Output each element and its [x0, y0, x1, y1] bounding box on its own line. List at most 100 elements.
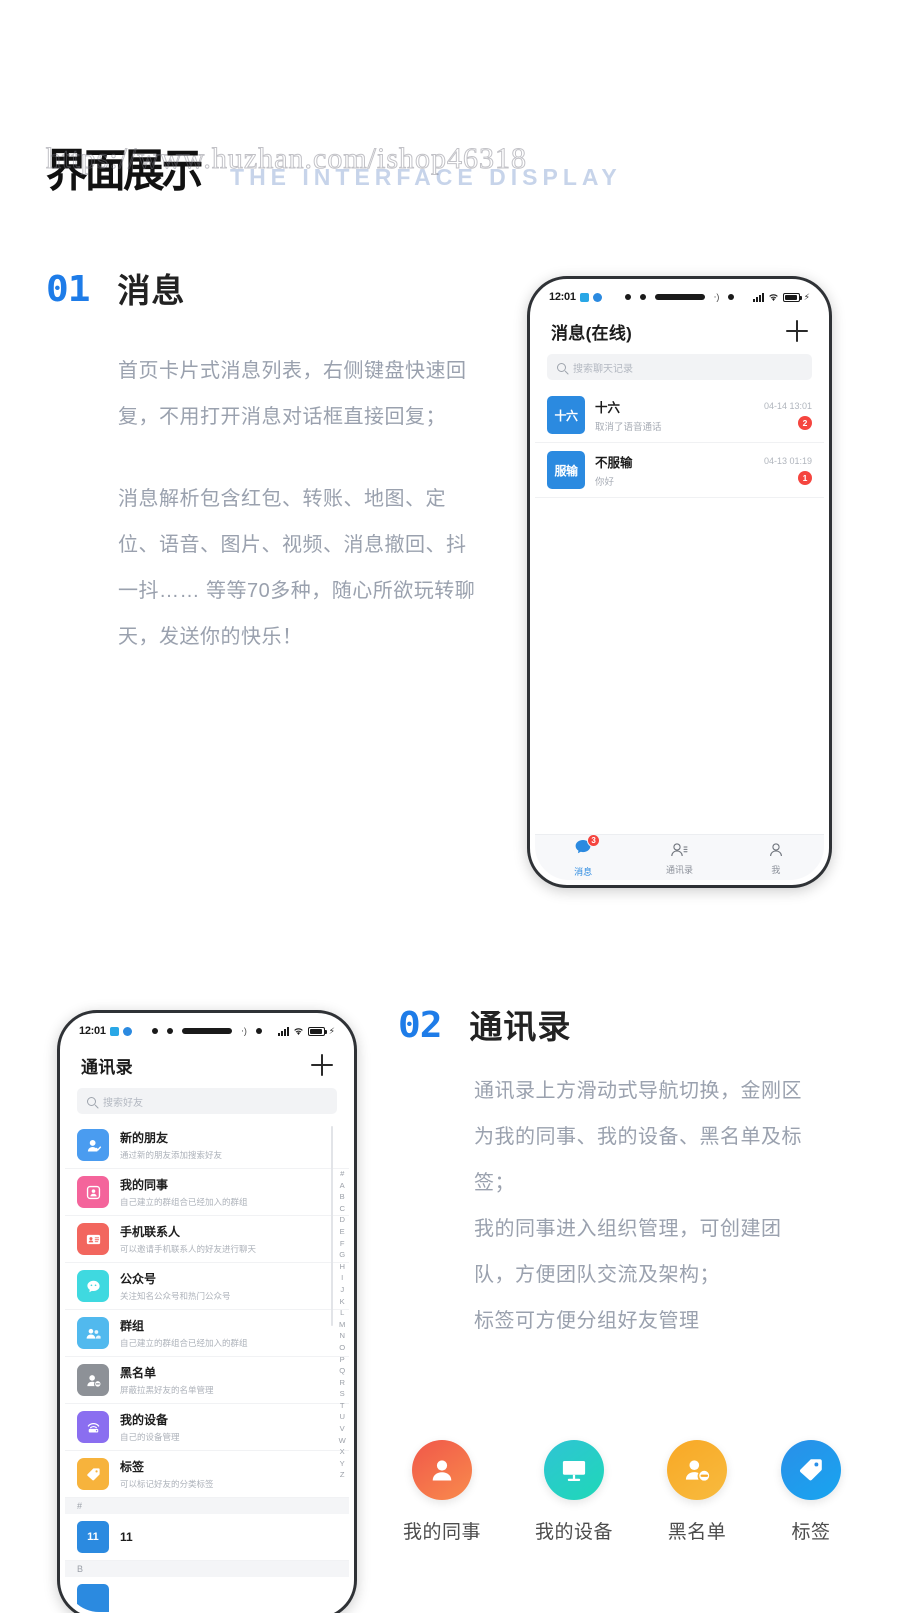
alphabet-index-letter[interactable]: F: [340, 1238, 345, 1250]
mute-switch[interactable]: [57, 1091, 58, 1109]
official-account-icon: [77, 1270, 109, 1302]
alphabet-index-letter[interactable]: W: [339, 1435, 346, 1447]
browser-icon: [122, 1026, 132, 1036]
signal-4g-icon: [752, 292, 764, 302]
volume-up-button[interactable]: [57, 1129, 58, 1165]
section-number: 02: [398, 1005, 442, 1046]
alphabet-index-letter[interactable]: Y: [340, 1458, 345, 1470]
list-item-label: 群组: [120, 1319, 145, 1333]
volume-down-button[interactable]: [57, 1175, 58, 1211]
chat-list: 十六 十六 取消了语音通话 04-14 13:01 2 服输 不服输 你好 04…: [535, 388, 824, 834]
alphabet-index-letter[interactable]: P: [340, 1354, 345, 1366]
plus-icon[interactable]: [786, 320, 808, 342]
tab-label: 消息: [574, 867, 593, 877]
alphabet-index-letter[interactable]: #: [340, 1168, 344, 1180]
search-icon: [557, 362, 566, 372]
alphabet-index-letter[interactable]: N: [339, 1330, 345, 1342]
power-button[interactable]: [831, 429, 832, 483]
list-item-label: 我的同事: [120, 1178, 169, 1192]
alphabet-index-letter[interactable]: S: [340, 1388, 345, 1400]
list-item-sub: 通过新的朋友添加搜索好友: [120, 1150, 223, 1160]
list-item[interactable]: 我的设备 自己的设备管理: [65, 1404, 349, 1451]
mute-switch[interactable]: [527, 359, 528, 377]
status-time: 12:01: [79, 1025, 106, 1037]
alphabet-index-letter[interactable]: Z: [340, 1469, 345, 1481]
list-item[interactable]: 新的朋友 通过新的朋友添加搜索好友: [65, 1122, 349, 1169]
image-icon: [579, 292, 589, 302]
battery-icon: [782, 292, 802, 302]
section-name: 消息: [117, 271, 186, 309]
alphabet-index-letter[interactable]: T: [340, 1400, 345, 1412]
scrollbar[interactable]: [331, 1126, 333, 1326]
search-input[interactable]: 搜索好友: [77, 1088, 337, 1114]
list-item-text: 手机联系人 可以邀请手机联系人的好友进行聊天: [120, 1223, 256, 1255]
volume-down-button[interactable]: [527, 443, 528, 479]
tab-messages[interactable]: 3 消息: [535, 834, 631, 878]
colleague-icon: [77, 1176, 109, 1208]
volume-up-button[interactable]: [527, 397, 528, 433]
tab-label: 我: [771, 864, 781, 875]
search-input[interactable]: 搜索聊天记录: [547, 354, 812, 380]
list-item[interactable]: 群组 自己建立的群组合已经加入的群组: [65, 1310, 349, 1357]
alphabet-index-letter[interactable]: D: [339, 1214, 345, 1226]
list-item[interactable]: 我的同事 自己建立的群组合已经加入的群组: [65, 1169, 349, 1216]
alphabet-index-letter[interactable]: U: [339, 1411, 345, 1423]
speaker-pill-icon: [654, 294, 705, 300]
list-item-label: 黑名单: [120, 1366, 157, 1380]
section-01-body: 首页卡片式消息列表，右侧键盘快速回复，不用打开消息对话框直接回复； 消息解析包含…: [118, 348, 476, 660]
plus-icon[interactable]: [311, 1054, 333, 1076]
mute-icon: ‧): [713, 291, 720, 302]
alphabet-index-letter[interactable]: J: [340, 1284, 344, 1296]
alphabet-index-letter[interactable]: E: [340, 1226, 345, 1238]
alphabet-index-letter[interactable]: B: [340, 1191, 345, 1203]
chat-row[interactable]: 十六 十六 取消了语音通话 04-14 13:01 2: [535, 388, 824, 443]
list-item-label: 手机联系人: [120, 1225, 181, 1239]
avatar: 十六: [547, 396, 585, 434]
alphabet-index-letter[interactable]: H: [339, 1261, 345, 1273]
list-item[interactable]: 手机联系人 可以邀请手机联系人的好友进行聊天: [65, 1216, 349, 1263]
list-item-sub: 自己建立的群组合已经加入的群组: [120, 1338, 248, 1348]
alphabet-index-letter[interactable]: K: [340, 1296, 345, 1308]
list-item[interactable]: 公众号 关注知名公众号和热门公众号: [65, 1263, 349, 1310]
alphabet-index-letter[interactable]: Q: [339, 1365, 345, 1377]
alphabet-index-letter[interactable]: O: [339, 1342, 345, 1354]
section-02-body: 通讯录上方滑动式导航切换，金刚区为我的同事、我的设备、黑名单及标签； 我的同事进…: [474, 1068, 822, 1344]
alphabet-index-letter[interactable]: X: [340, 1446, 345, 1458]
alphabet-index-letter[interactable]: G: [339, 1249, 345, 1261]
tab-contacts[interactable]: 通讯录: [631, 840, 727, 876]
alphabet-index-letter[interactable]: M: [339, 1319, 346, 1331]
alphabet-index-letter[interactable]: R: [339, 1377, 345, 1389]
list-item[interactable]: 黑名单 屏蔽拉黑好友的名单管理: [65, 1357, 349, 1404]
contact-row[interactable]: 11 11: [65, 1514, 349, 1561]
alphabet-index-letter[interactable]: I: [341, 1272, 343, 1284]
list-item[interactable]: 标签 可以标记好友的分类标签: [65, 1451, 349, 1498]
image-icon: [109, 1026, 119, 1036]
camera-dot-icon: [167, 1028, 174, 1034]
power-button[interactable]: [356, 1161, 357, 1215]
chat-text: 十六 取消了语音通话: [595, 397, 754, 433]
section-02-paragraph-2: 我的同事进入组织管理，可创建团队，方便团队交流及架构；: [474, 1218, 782, 1286]
wifi-icon: [293, 1027, 303, 1035]
messages-navbar: 消息(在线): [535, 310, 824, 352]
alphabet-index-letter[interactable]: A: [340, 1180, 345, 1192]
feature-my-devices[interactable]: 我的设备: [535, 1440, 613, 1544]
alphabet-index-letter[interactable]: L: [340, 1307, 344, 1319]
alphabet-index-letter[interactable]: C: [339, 1203, 345, 1215]
avatar: 11: [77, 1521, 109, 1553]
chat-preview: 取消了语音通话: [595, 422, 662, 433]
contact-row[interactable]: [65, 1577, 349, 1612]
feature-my-colleagues[interactable]: 我的同事: [403, 1440, 481, 1544]
alphabet-index-letter[interactable]: V: [340, 1423, 345, 1435]
chat-name: 十六: [595, 401, 621, 415]
tag-icon: [77, 1458, 109, 1490]
tab-profile[interactable]: 我: [728, 840, 824, 876]
feature-tags[interactable]: 标签: [781, 1440, 842, 1544]
chat-row[interactable]: 服输 不服输 你好 04-13 01:19 1: [535, 443, 824, 498]
feature-blacklist[interactable]: 黑名单: [667, 1440, 728, 1544]
list-item-text: 标签 可以标记好友的分类标签: [120, 1458, 214, 1490]
battery-icon: [307, 1026, 327, 1036]
contacts-list: 新的朋友 通过新的朋友添加搜索好友 我的同事 自己建立的群组合已经加入的群组 手…: [65, 1122, 349, 1612]
message-icon-wrap: 3: [573, 834, 601, 862]
alphabet-index[interactable]: # A B C D E F G H I J K L M N O P Q R S T U V W X Y Z: [339, 1168, 346, 1481]
phone-contacts-screen: 12:01 ‧) ⚡ 通讯录 搜索好友 新的朋友 通过新的朋友添加搜索好友 我的…: [65, 1018, 349, 1612]
